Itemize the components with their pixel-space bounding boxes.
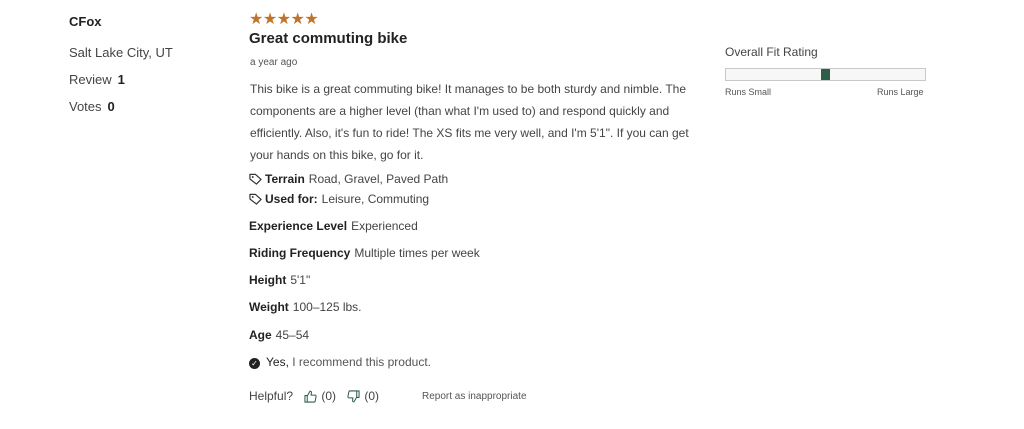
review-body: This bike is a great commuting bike! It …: [250, 82, 689, 162]
weight-row: Weight 100–125 lbs.: [249, 300, 362, 314]
age-row: Age 45–54: [249, 328, 309, 342]
votes-count-stat: Votes 0: [69, 99, 115, 114]
fit-rating-marker: [821, 69, 830, 80]
checkmark-icon: ✓: [249, 358, 260, 369]
used-for-row: Used for: Leisure, Commuting: [249, 192, 429, 206]
experience-row: Experience Level Experienced: [249, 219, 418, 233]
review-count-label: Review: [69, 72, 112, 87]
tag-icon: [249, 193, 262, 205]
height-value: 5'1": [290, 273, 311, 287]
fit-rating-bar: [725, 68, 926, 81]
helpful-section: Helpful? (0) (0): [249, 389, 379, 406]
frequency-label: Riding Frequency: [249, 246, 351, 260]
terrain-row: Terrain Road, Gravel, Paved Path: [249, 172, 448, 186]
fit-rating-title: Overall Fit Rating: [725, 45, 818, 59]
review-date: a year ago: [250, 57, 298, 68]
votes-count-label: Votes: [69, 99, 102, 114]
votes-count-value: 0: [107, 99, 115, 114]
reviewer-location: Salt Lake City, UT: [69, 45, 173, 60]
height-row: Height 5'1": [249, 273, 310, 287]
star-rating: ★★★★★: [249, 11, 319, 28]
height-label: Height: [249, 273, 287, 287]
age-value: 45–54: [275, 328, 310, 342]
used-for-value: Leisure, Commuting: [321, 192, 430, 206]
thumbs-down-icon: [347, 390, 360, 403]
terrain-label: Terrain: [265, 172, 305, 186]
helpful-label: Helpful?: [249, 389, 294, 403]
recommend-yes: Yes,: [266, 355, 289, 369]
used-for-label: Used for:: [265, 192, 318, 206]
fit-high-label: Runs Large: [877, 87, 924, 97]
thumbs-down-button[interactable]: [347, 390, 360, 406]
thumbs-up-button[interactable]: [304, 390, 317, 406]
report-link[interactable]: Report as inappropriate: [422, 391, 527, 402]
review-count-value: 1: [117, 72, 125, 87]
recommend-text: I recommend this product.: [292, 355, 431, 369]
frequency-value: Multiple times per week: [354, 246, 480, 260]
thumbs-up-icon: [304, 390, 317, 403]
terrain-value: Road, Gravel, Paved Path: [308, 172, 449, 186]
review-count-stat: Review 1: [69, 72, 125, 87]
frequency-row: Riding Frequency Multiple times per week: [249, 246, 480, 260]
tag-icon: [249, 173, 262, 185]
age-label: Age: [249, 328, 272, 342]
experience-value: Experienced: [351, 219, 418, 233]
helpful-up-count: (0): [321, 389, 337, 403]
weight-label: Weight: [249, 300, 289, 314]
weight-value: 100–125 lbs.: [292, 300, 362, 314]
fit-low-label: Runs Small: [725, 87, 772, 97]
review-title: Great commuting bike: [249, 30, 408, 47]
experience-label: Experience Level: [249, 219, 348, 233]
reviewer-name: CFox: [69, 14, 102, 29]
recommendation: ✓ Yes, I recommend this product.: [249, 355, 431, 369]
helpful-down-count: (0): [364, 389, 380, 403]
